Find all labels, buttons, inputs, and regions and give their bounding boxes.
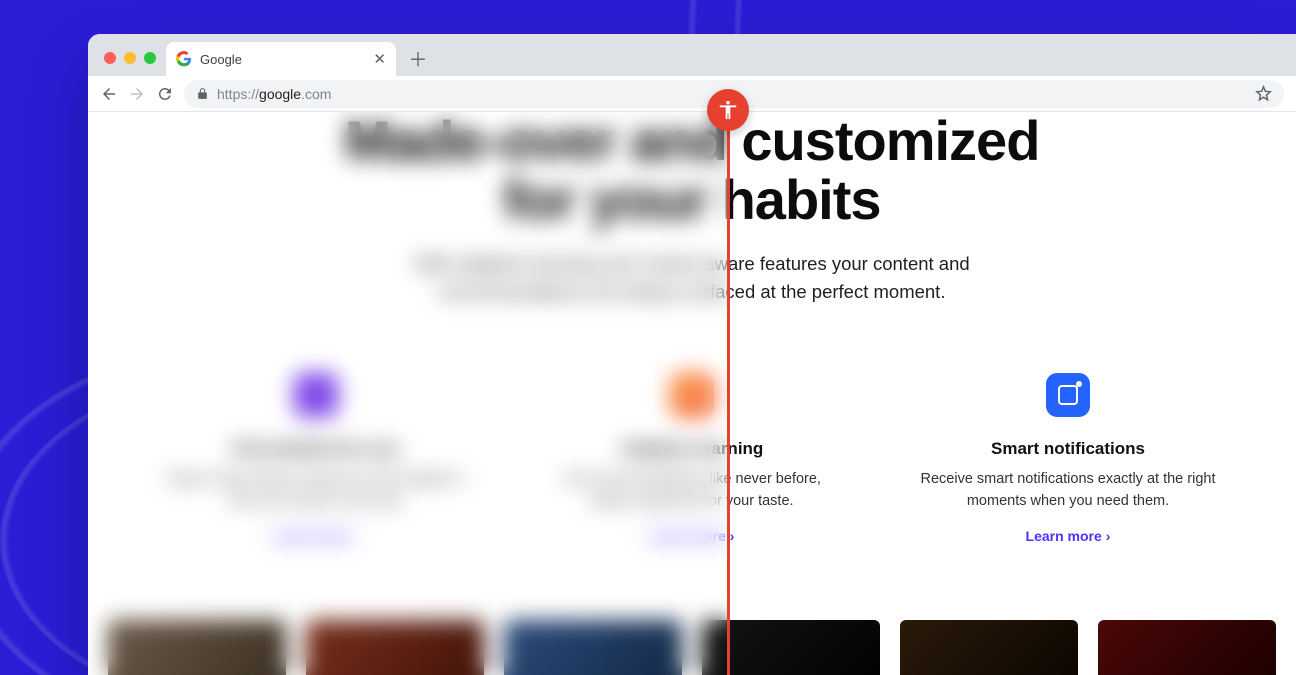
- chevron-right-icon: ›: [354, 528, 359, 544]
- thumbnail-card[interactable]: [108, 620, 286, 675]
- equalizer-icon: [670, 373, 714, 417]
- learn-more-link[interactable]: Learn more ›: [274, 528, 359, 544]
- chevron-right-icon: ›: [730, 528, 735, 544]
- comparison-divider[interactable]: [727, 112, 730, 675]
- thumbnail-card[interactable]: [504, 620, 682, 675]
- feature-title: Smart notifications: [918, 439, 1218, 459]
- page-viewport: Made-over and customized for your habits…: [88, 112, 1296, 675]
- new-tab-button[interactable]: ＋: [404, 44, 432, 72]
- nav-back-button[interactable]: [100, 85, 118, 103]
- window-minimize-button[interactable]: [124, 52, 136, 64]
- feature-card-personalized: Personalized for you Enjoy a fully tailo…: [166, 373, 466, 547]
- feature-card-notifications: Smart notifications Receive smart notifi…: [918, 373, 1218, 547]
- lock-icon: [196, 87, 209, 100]
- thumbnail-card[interactable]: [306, 620, 484, 675]
- page-content: Made-over and customized for your habits…: [88, 112, 1296, 675]
- feature-card-adaptive: Adaptive learning Get recommendations li…: [542, 373, 842, 547]
- tab-strip: Google ✕ ＋: [88, 34, 1296, 76]
- thumbnail-card[interactable]: [900, 620, 1078, 675]
- url-text: https://google.com: [217, 86, 331, 102]
- chevron-right-icon: ›: [1106, 528, 1111, 544]
- tab-close-button[interactable]: ✕: [373, 50, 386, 68]
- nav-reload-button[interactable]: [156, 85, 174, 103]
- feature-title: Adaptive learning: [542, 439, 842, 459]
- notification-badge-icon: [1046, 373, 1090, 417]
- hero-subtitle: With adaptive learning and context-aware…: [382, 250, 1002, 307]
- browser-window: Google ✕ ＋ https://google.com Made-over …: [88, 34, 1296, 675]
- learn-more-link[interactable]: Learn more ›: [650, 528, 735, 544]
- learn-more-link[interactable]: Learn more ›: [1026, 528, 1111, 544]
- window-controls: [98, 52, 166, 76]
- sparkle-icon: [294, 373, 338, 417]
- features-row: Personalized for you Enjoy a fully tailo…: [88, 373, 1296, 547]
- feature-title: Personalized for you: [166, 439, 466, 459]
- accessibility-icon: [717, 99, 739, 121]
- nav-forward-button[interactable]: [128, 85, 146, 103]
- browser-tab[interactable]: Google ✕: [166, 42, 396, 76]
- hero-section: Made-over and customized for your habits…: [88, 112, 1296, 307]
- bookmark-star-icon[interactable]: [1255, 85, 1272, 102]
- feature-description: Get recommendations like never before, a…: [542, 469, 842, 513]
- feature-description: Receive smart notifications exactly at t…: [918, 469, 1218, 513]
- tab-title: Google: [200, 52, 242, 67]
- thumbnail-strip: [88, 620, 1296, 675]
- feature-description: Enjoy a fully tailored experience that a…: [166, 469, 466, 513]
- thumbnail-card[interactable]: [1098, 620, 1276, 675]
- browser-toolbar: https://google.com: [88, 76, 1296, 112]
- hero-title: Made-over and customized for your habits: [208, 112, 1176, 230]
- google-favicon-icon: [176, 51, 192, 67]
- window-close-button[interactable]: [104, 52, 116, 64]
- accessibility-toggle-button[interactable]: [707, 89, 749, 131]
- window-maximize-button[interactable]: [144, 52, 156, 64]
